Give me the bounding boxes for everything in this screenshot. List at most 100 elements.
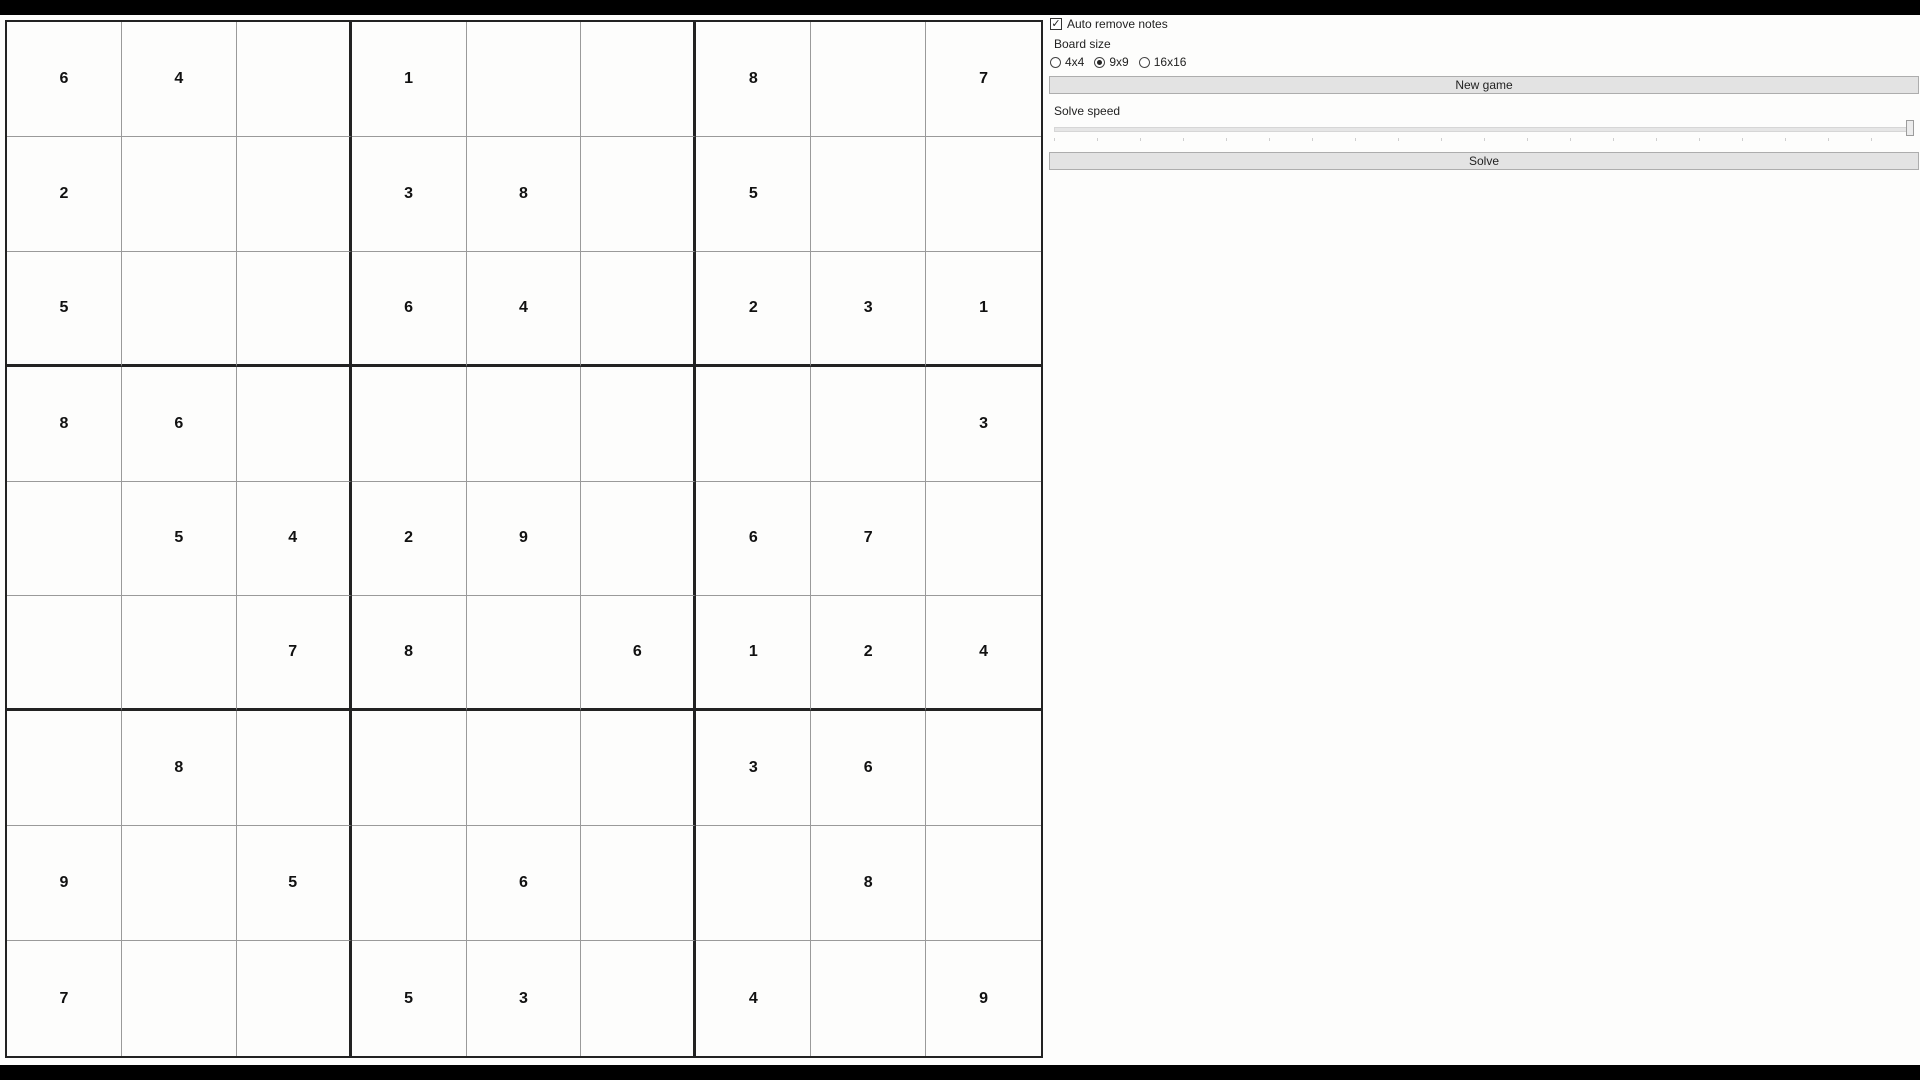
sudoku-cell-r8c6[interactable] — [581, 826, 697, 942]
sudoku-cell-r9c6[interactable] — [581, 941, 697, 1056]
board-size-option-16x16[interactable]: 16x16 — [1138, 55, 1186, 69]
radio-label: 4x4 — [1065, 55, 1085, 69]
sudoku-cell-r3c5[interactable]: 4 — [466, 251, 582, 367]
sudoku-cell-r5c7[interactable]: 6 — [696, 481, 812, 597]
sudoku-cell-r4c6[interactable] — [581, 366, 697, 482]
sudoku-cell-r1c5[interactable] — [466, 22, 582, 137]
sudoku-cell-r2c2[interactable] — [121, 136, 237, 252]
sudoku-cell-r2c3[interactable] — [236, 136, 352, 252]
sudoku-cell-r2c7[interactable]: 5 — [696, 136, 812, 252]
sudoku-cell-r9c1[interactable]: 7 — [7, 941, 122, 1056]
sudoku-cell-r9c9[interactable]: 9 — [926, 941, 1041, 1056]
sudoku-cell-r9c5[interactable]: 3 — [467, 941, 582, 1056]
sudoku-cell-r9c4[interactable]: 5 — [352, 941, 467, 1056]
slider-thumb[interactable] — [1906, 120, 1914, 136]
sudoku-cell-r3c1[interactable]: 5 — [7, 251, 122, 367]
sudoku-cell-r6c3[interactable]: 7 — [236, 596, 352, 712]
solve-speed-label: Solve speed — [1054, 104, 1121, 118]
sudoku-cell-r7c7[interactable]: 3 — [696, 711, 812, 827]
new-game-button[interactable]: New game — [1049, 76, 1919, 94]
board-size-option-9x9[interactable]: 9x9 — [1094, 55, 1129, 69]
sudoku-cell-r8c2[interactable] — [121, 826, 237, 942]
sudoku-cell-r5c4[interactable]: 2 — [351, 481, 467, 597]
sudoku-cell-r8c3[interactable]: 5 — [236, 826, 352, 942]
sudoku-cell-r6c4[interactable]: 8 — [351, 596, 467, 712]
sudoku-cell-r3c3[interactable] — [236, 251, 352, 367]
control-panel: ✓ Auto remove notes Board size 4x4 9x9 1… — [1048, 15, 1920, 215]
sudoku-cell-r8c8[interactable]: 8 — [811, 826, 927, 942]
solve-button[interactable]: Solve — [1049, 152, 1919, 170]
sudoku-cell-r7c2[interactable]: 8 — [121, 711, 237, 827]
sudoku-cell-r5c2[interactable]: 5 — [121, 481, 237, 597]
sudoku-cell-r3c8[interactable]: 3 — [811, 251, 927, 367]
sudoku-cell-r2c5[interactable]: 8 — [466, 136, 582, 252]
sudoku-cell-r9c3[interactable] — [237, 941, 352, 1056]
sudoku-cell-r2c9[interactable] — [926, 137, 1041, 252]
sudoku-cell-r7c1[interactable] — [7, 711, 122, 827]
sudoku-cell-r3c7[interactable]: 2 — [696, 251, 812, 367]
solve-speed-slider[interactable] — [1054, 119, 1914, 141]
sudoku-cell-r2c6[interactable] — [581, 136, 697, 252]
sudoku-cell-r1c2[interactable]: 4 — [121, 22, 237, 137]
sudoku-cell-r4c3[interactable] — [236, 366, 352, 482]
sudoku-cell-r4c2[interactable]: 6 — [121, 366, 237, 482]
sudoku-cell-r2c8[interactable] — [811, 136, 927, 252]
sudoku-cell-r4c8[interactable] — [811, 366, 927, 482]
sudoku-cell-r7c6[interactable] — [581, 711, 697, 827]
sudoku-cell-r5c9[interactable] — [926, 482, 1041, 597]
slider-track[interactable] — [1054, 127, 1914, 132]
radio-button[interactable] — [1138, 56, 1150, 68]
sudoku-cell-r5c5[interactable]: 9 — [466, 481, 582, 597]
sudoku-cell-r7c4[interactable] — [351, 711, 467, 827]
sudoku-cell-r4c4[interactable] — [351, 366, 467, 482]
sudoku-cell-r5c6[interactable] — [581, 481, 697, 597]
app-window: 6418723855642318635429677861248369568753… — [0, 15, 1920, 1065]
sudoku-cell-r5c3[interactable]: 4 — [236, 481, 352, 597]
sudoku-cell-r8c5[interactable]: 6 — [466, 826, 582, 942]
radio-label: 9x9 — [1109, 55, 1129, 69]
sudoku-cell-r3c4[interactable]: 6 — [351, 251, 467, 367]
sudoku-cell-r1c7[interactable]: 8 — [696, 22, 812, 137]
sudoku-cell-r4c1[interactable]: 8 — [7, 366, 122, 482]
sudoku-cell-r6c1[interactable] — [7, 596, 122, 712]
sudoku-cell-r1c4[interactable]: 1 — [351, 22, 467, 137]
sudoku-cell-r6c9[interactable]: 4 — [926, 596, 1041, 712]
radio-selected-dot — [1097, 59, 1103, 65]
sudoku-cell-r2c1[interactable]: 2 — [7, 136, 122, 252]
sudoku-cell-r1c1[interactable]: 6 — [7, 22, 122, 137]
sudoku-cell-r2c4[interactable]: 3 — [351, 136, 467, 252]
sudoku-cell-r1c6[interactable] — [581, 22, 697, 137]
sudoku-cell-r5c1[interactable] — [7, 481, 122, 597]
sudoku-cell-r1c8[interactable] — [811, 22, 927, 137]
sudoku-cell-r7c3[interactable] — [236, 711, 352, 827]
sudoku-cell-r8c4[interactable] — [351, 826, 467, 942]
board-size-option-4x4[interactable]: 4x4 — [1050, 55, 1084, 69]
sudoku-cell-r7c8[interactable]: 6 — [811, 711, 927, 827]
sudoku-cell-r1c9[interactable]: 7 — [926, 22, 1041, 137]
sudoku-cell-r5c8[interactable]: 7 — [811, 481, 927, 597]
sudoku-cell-r6c5[interactable] — [466, 596, 582, 712]
sudoku-cell-r8c9[interactable] — [926, 826, 1041, 942]
sudoku-cell-r1c3[interactable] — [236, 22, 352, 137]
sudoku-cell-r9c2[interactable] — [122, 941, 237, 1056]
sudoku-cell-r3c6[interactable] — [581, 251, 697, 367]
sudoku-cell-r7c5[interactable] — [466, 711, 582, 827]
sudoku-cell-r6c7[interactable]: 1 — [696, 596, 812, 712]
radio-button[interactable] — [1050, 56, 1061, 68]
sudoku-cell-r6c6[interactable]: 6 — [581, 596, 697, 712]
sudoku-cell-r8c7[interactable] — [696, 826, 812, 942]
sudoku-cell-r3c2[interactable] — [121, 251, 237, 367]
sudoku-cell-r3c9[interactable]: 1 — [926, 252, 1041, 367]
sudoku-cell-r9c8[interactable] — [811, 941, 927, 1056]
sudoku-cell-r7c9[interactable] — [926, 711, 1041, 827]
sudoku-cell-r6c2[interactable] — [121, 596, 237, 712]
sudoku-cell-r4c9[interactable]: 3 — [926, 367, 1041, 482]
auto-remove-notes-option[interactable]: ✓ Auto remove notes — [1050, 17, 1168, 31]
sudoku-cell-r8c1[interactable]: 9 — [7, 826, 122, 942]
sudoku-cell-r6c8[interactable]: 2 — [811, 596, 927, 712]
sudoku-cell-r4c7[interactable] — [696, 366, 812, 482]
radio-button[interactable] — [1094, 56, 1106, 68]
sudoku-cell-r4c5[interactable] — [466, 366, 582, 482]
sudoku-cell-r9c7[interactable]: 4 — [696, 941, 812, 1056]
auto-remove-notes-checkbox[interactable]: ✓ — [1050, 18, 1062, 30]
